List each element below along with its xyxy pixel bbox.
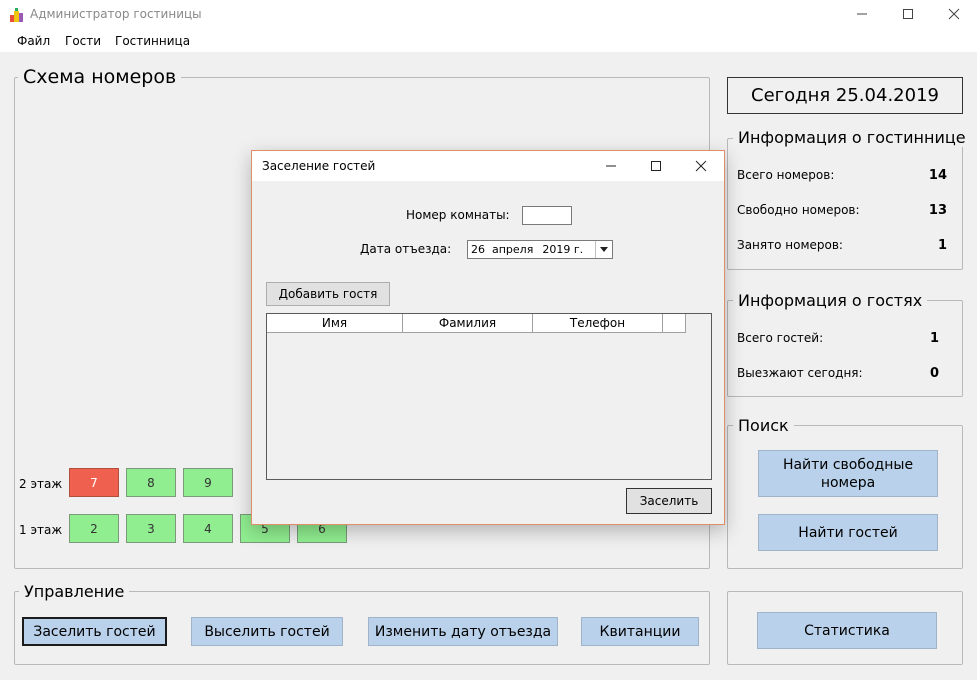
- hotel-app-icon: [10, 8, 23, 22]
- menu-guests[interactable]: Гости: [65, 34, 101, 48]
- dialog-title: Заселение гостей: [262, 159, 376, 173]
- find-free-rooms-button[interactable]: Найти свободные номера: [758, 450, 938, 497]
- free-rooms-label: Свободно номеров:: [737, 203, 860, 217]
- dialog-title-bar: Заселение гостей: [252, 151, 724, 181]
- today-date: Сегодня 25.04.2019: [727, 77, 963, 114]
- departure-date-label: Дата отъезда:: [360, 242, 452, 256]
- leaving-today-label: Выезжают сегодня:: [737, 366, 863, 380]
- menu-file[interactable]: Файл: [17, 34, 50, 48]
- busy-rooms-label: Занято номеров:: [737, 238, 843, 252]
- total-rooms-label: Всего номеров:: [737, 168, 835, 182]
- room-7-button[interactable]: 7: [69, 468, 119, 497]
- column-last-name[interactable]: Фамилия: [403, 314, 533, 333]
- checkout-guests-button[interactable]: Выселить гостей: [191, 617, 343, 646]
- dialog-maximize-icon[interactable]: [633, 151, 679, 181]
- date-year: 2019 г.: [542, 243, 584, 256]
- title-bar: Администратор гостиницы: [0, 0, 977, 30]
- room-8-button[interactable]: 8: [126, 468, 176, 497]
- receipts-button[interactable]: Квитанции: [581, 617, 699, 646]
- guest-info-group: [727, 300, 963, 397]
- checkin-submit-button[interactable]: Заселить: [626, 488, 712, 514]
- room-2-button[interactable]: 2: [69, 514, 119, 543]
- change-departure-button[interactable]: Изменить дату отъезда: [368, 617, 558, 646]
- floor-2-label: 2 этаж: [19, 477, 63, 491]
- floor-1-label: 1 этаж: [19, 523, 63, 537]
- free-rooms-value: 13: [928, 203, 947, 218]
- room-number-label: Номер комнаты:: [406, 208, 510, 222]
- window-title: Администратор гостиницы: [30, 7, 202, 21]
- busy-rooms-value: 1: [937, 238, 947, 253]
- room-number-input[interactable]: [522, 206, 572, 225]
- column-filler: [663, 314, 686, 333]
- departure-date-picker[interactable]: 26 апреля 2019 г.: [467, 240, 613, 259]
- date-month: апреля: [492, 243, 534, 256]
- room-schema-title: Схема номеров: [18, 66, 182, 88]
- minimize-icon[interactable]: [839, 0, 885, 28]
- column-first-name[interactable]: Имя: [267, 314, 403, 333]
- hotel-info-title: Информация о гостиннице: [733, 128, 971, 147]
- total-rooms-value: 14: [928, 168, 947, 183]
- checkin-guests-button[interactable]: Заселить гостей: [22, 617, 167, 646]
- find-guests-button[interactable]: Найти гостей: [758, 514, 938, 551]
- room-3-button[interactable]: 3: [126, 514, 176, 543]
- room-4-button[interactable]: 4: [183, 514, 233, 543]
- statistics-button[interactable]: Статистика: [757, 612, 937, 649]
- room-9-button[interactable]: 9: [183, 468, 233, 497]
- maximize-icon[interactable]: [885, 0, 931, 28]
- checkin-dialog: Заселение гостей Номер комнаты: Дата отъ…: [251, 150, 725, 525]
- guests-grid: Имя Фамилия Телефон: [266, 313, 712, 480]
- dropdown-arrow-icon[interactable]: [595, 241, 612, 258]
- total-guests-label: Всего гостей:: [737, 331, 824, 345]
- leaving-today-value: 0: [929, 366, 939, 381]
- dialog-close-icon[interactable]: [678, 151, 724, 181]
- management-title: Управление: [19, 582, 130, 601]
- menu-hotel[interactable]: Гостинница: [115, 34, 190, 48]
- column-phone[interactable]: Телефон: [533, 314, 663, 333]
- dialog-minimize-icon[interactable]: [588, 151, 634, 181]
- close-icon[interactable]: [931, 0, 977, 28]
- guest-info-title: Информация о гостях: [733, 291, 928, 310]
- date-day: 26: [471, 243, 485, 256]
- total-guests-value: 1: [929, 331, 939, 346]
- search-title: Поиск: [733, 416, 794, 435]
- add-guest-button[interactable]: Добавить гостя: [266, 282, 390, 306]
